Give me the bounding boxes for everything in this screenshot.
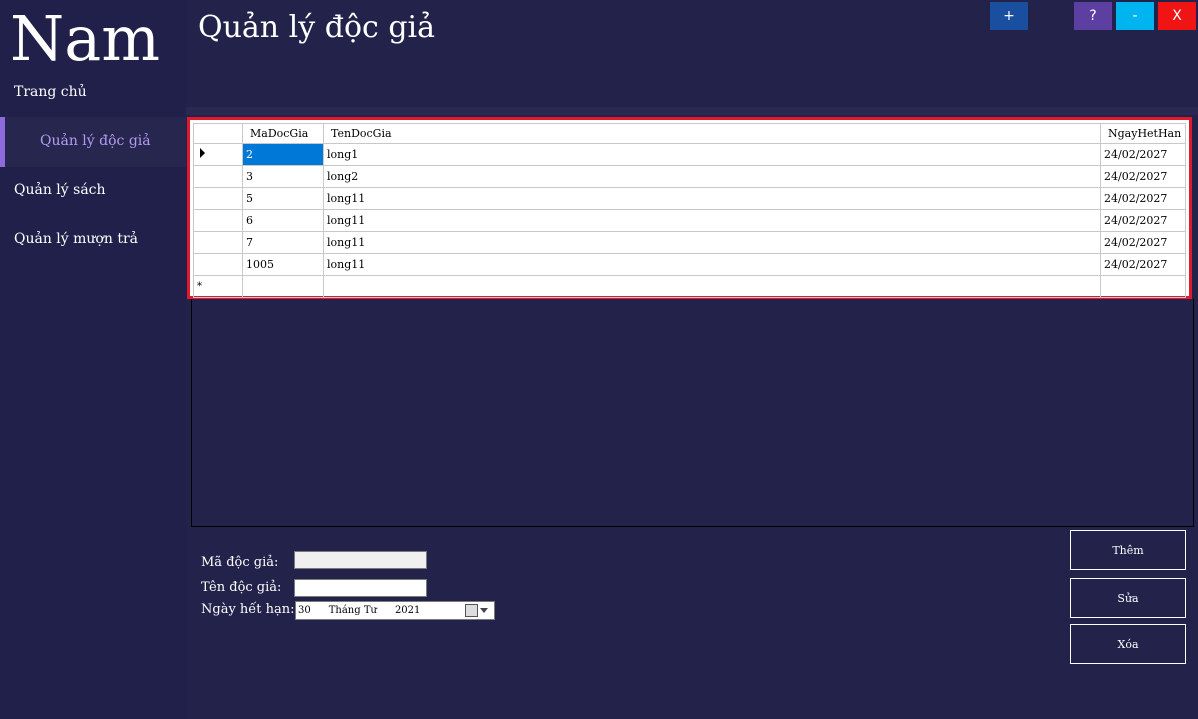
header-divider — [186, 107, 1198, 115]
them-button[interactable]: Thêm — [1070, 530, 1186, 570]
cell-ngayhethan[interactable]: 24/02/2027 — [1100, 209, 1186, 232]
sidebar-item-quan-ly-sach[interactable]: Quản lý sách — [0, 178, 186, 208]
minimize-button[interactable]: - — [1116, 2, 1154, 30]
active-indicator — [0, 117, 5, 167]
reader-table: MaDocGia TenDocGia NgayHetHan 2 long1 24… — [193, 123, 1186, 298]
table-row[interactable]: 7 long11 24/02/2027 — [193, 231, 1186, 254]
sidebar-item-label: Quản lý mượn trả — [14, 231, 138, 247]
sidebar: Nam Trang chủ Quản lý độc giả Quản lý sá… — [0, 0, 186, 719]
sidebar-item-quan-ly-doc-gia[interactable]: Quản lý độc giả — [0, 117, 186, 167]
help-button[interactable]: ? — [1074, 2, 1112, 30]
table-row[interactable]: 1005 long11 24/02/2027 — [193, 253, 1186, 276]
cell-tendocgia[interactable]: long2 — [323, 165, 1101, 188]
reader-data-grid: MaDocGia TenDocGia NgayHetHan 2 long1 24… — [187, 117, 1192, 299]
column-header-tendocgia[interactable]: TenDocGia — [323, 123, 1101, 144]
date-day: 30 — [298, 605, 311, 616]
current-row-arrow-icon — [200, 148, 205, 158]
table-header-row: MaDocGia TenDocGia NgayHetHan — [193, 123, 1186, 144]
ma-doc-gia-input[interactable] — [294, 551, 427, 569]
table-row[interactable]: 6 long11 24/02/2027 — [193, 209, 1186, 232]
date-month: Tháng Tư — [328, 605, 377, 616]
cell-madocgia[interactable]: 1005 — [242, 253, 324, 276]
cell-ngayhethan[interactable]: 24/02/2027 — [1100, 165, 1186, 188]
calendar-dropdown[interactable] — [465, 604, 488, 617]
cell-tendocgia[interactable]: long11 — [323, 209, 1101, 232]
date-year: 2021 — [394, 605, 421, 616]
cell-madocgia[interactable]: 5 — [242, 187, 324, 210]
calendar-icon — [465, 604, 478, 617]
new-cell-tendocgia[interactable] — [323, 275, 1101, 298]
cell-ngayhethan[interactable]: 24/02/2027 — [1100, 187, 1186, 210]
cell-madocgia[interactable]: 3 — [242, 165, 324, 188]
new-cell-madocgia[interactable] — [242, 275, 324, 298]
new-cell-ngayhethan[interactable] — [1100, 275, 1186, 298]
table-row[interactable]: 3 long2 24/02/2027 — [193, 165, 1186, 188]
ngay-het-han-datepicker[interactable]: 30 Tháng Tư 2021 — [295, 601, 495, 620]
ten-doc-gia-label: Tên độc giả: — [201, 580, 282, 595]
sidebar-item-label: Quản lý sách — [14, 182, 106, 198]
cell-tendocgia[interactable]: long11 — [323, 253, 1101, 276]
column-header-ngayhethan[interactable]: NgayHetHan — [1100, 123, 1186, 144]
cell-madocgia[interactable]: 2 — [242, 143, 324, 166]
table-row[interactable]: 5 long11 24/02/2027 — [193, 187, 1186, 210]
row-header-corner[interactable] — [193, 123, 243, 144]
row-selector[interactable] — [193, 231, 243, 254]
cell-madocgia[interactable]: 7 — [242, 231, 324, 254]
cell-ngayhethan[interactable]: 24/02/2027 — [1100, 143, 1186, 166]
cell-tendocgia[interactable]: long11 — [323, 231, 1101, 254]
ma-doc-gia-label: Mã độc giả: — [201, 555, 279, 570]
grid-empty-area — [191, 299, 1194, 527]
cell-tendocgia[interactable]: long11 — [323, 187, 1101, 210]
sidebar-item-quan-ly-muon-tra[interactable]: Quản lý mượn trả — [0, 227, 186, 257]
cell-ngayhethan[interactable]: 24/02/2027 — [1100, 253, 1186, 276]
row-selector[interactable] — [193, 253, 243, 276]
app-logo: Nam — [10, 2, 161, 75]
sidebar-item-trang-chu[interactable]: Trang chủ — [0, 80, 186, 110]
sidebar-item-label: Trang chủ — [14, 84, 87, 100]
sidebar-item-label: Quản lý độc giả — [40, 133, 151, 149]
column-header-madocgia[interactable]: MaDocGia — [242, 123, 324, 144]
new-row-marker-icon: * — [193, 275, 243, 298]
close-button[interactable]: X — [1158, 2, 1196, 30]
row-selector[interactable] — [193, 209, 243, 232]
page-title: Quản lý độc giả — [198, 10, 436, 45]
ngay-het-han-label: Ngày hết hạn: — [201, 602, 295, 617]
ten-doc-gia-input[interactable] — [294, 579, 427, 597]
new-row[interactable]: * — [193, 275, 1186, 298]
cell-madocgia[interactable]: 6 — [242, 209, 324, 232]
table-row[interactable]: 2 long1 24/02/2027 — [193, 143, 1186, 166]
xoa-button[interactable]: Xóa — [1070, 624, 1186, 664]
chevron-down-icon — [480, 608, 488, 613]
row-selector[interactable] — [193, 187, 243, 210]
add-button[interactable]: + — [990, 2, 1028, 30]
row-selector[interactable] — [193, 165, 243, 188]
row-selector-current[interactable] — [193, 143, 243, 166]
cell-tendocgia[interactable]: long1 — [323, 143, 1101, 166]
sua-button[interactable]: Sửa — [1070, 578, 1186, 618]
cell-ngayhethan[interactable]: 24/02/2027 — [1100, 231, 1186, 254]
